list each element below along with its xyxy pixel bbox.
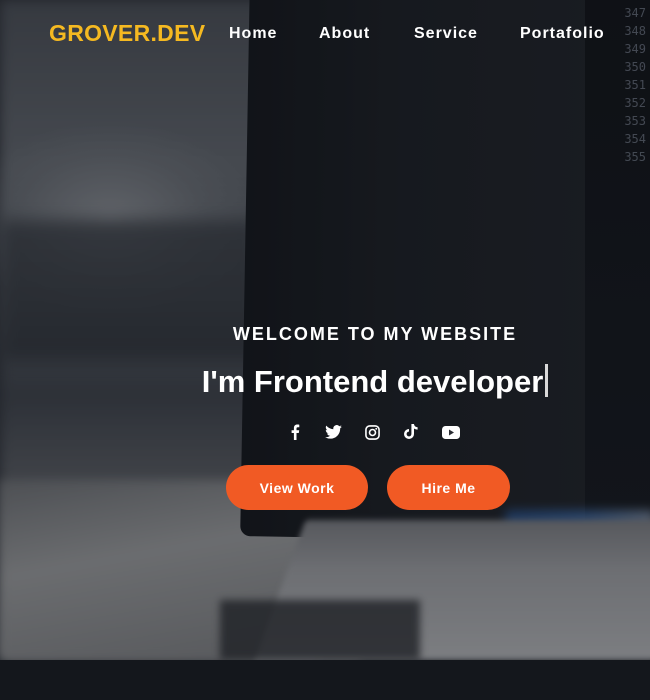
- tiktok-icon[interactable]: [400, 421, 422, 443]
- twitter-icon[interactable]: [322, 421, 344, 443]
- typing-caret: [545, 364, 549, 397]
- hire-me-button[interactable]: Hire Me: [387, 465, 510, 510]
- next-section-band: [0, 660, 650, 700]
- nav-link-service[interactable]: Service: [414, 25, 478, 43]
- nav-link-about[interactable]: About: [319, 25, 370, 43]
- top-navbar: GROVER.DEV Home About Service Portafolio: [0, 0, 650, 70]
- hero-headline: I'm Frontend developer: [0, 364, 650, 400]
- youtube-icon[interactable]: [440, 421, 462, 443]
- view-work-button[interactable]: View Work: [226, 465, 368, 510]
- nav-link-home[interactable]: Home: [229, 25, 277, 43]
- facebook-icon[interactable]: [284, 421, 306, 443]
- instagram-icon[interactable]: [361, 421, 383, 443]
- welcome-heading: WELCOME TO MY WEBSITE: [232, 324, 518, 344]
- site-logo[interactable]: GROVER.DEV: [49, 20, 205, 47]
- social-links: [0, 421, 650, 443]
- typed-text: I'm Frontend developer: [201, 364, 544, 399]
- nav-link-portfolio[interactable]: Portafolio: [520, 25, 605, 43]
